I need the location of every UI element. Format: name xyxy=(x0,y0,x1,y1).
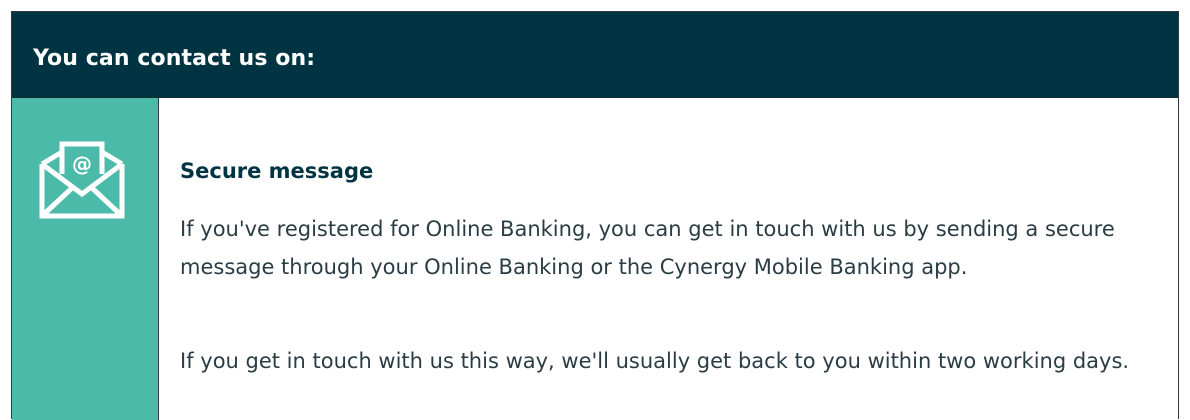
svg-text:@: @ xyxy=(72,152,92,176)
section-title: Secure message xyxy=(180,159,374,183)
header-title: You can contact us on: xyxy=(33,46,316,71)
contact-card: You can contact us on: @ Secure message … xyxy=(11,11,1179,420)
paragraph-online-banking: If you've registered for Online Banking,… xyxy=(180,217,1115,279)
contact-header: You can contact us on: xyxy=(12,12,1178,98)
icon-column: @ xyxy=(12,98,159,420)
paragraph-response-time: If you get in touch with us this way, we… xyxy=(180,349,1130,373)
email-envelope-icon: @ xyxy=(39,141,125,219)
